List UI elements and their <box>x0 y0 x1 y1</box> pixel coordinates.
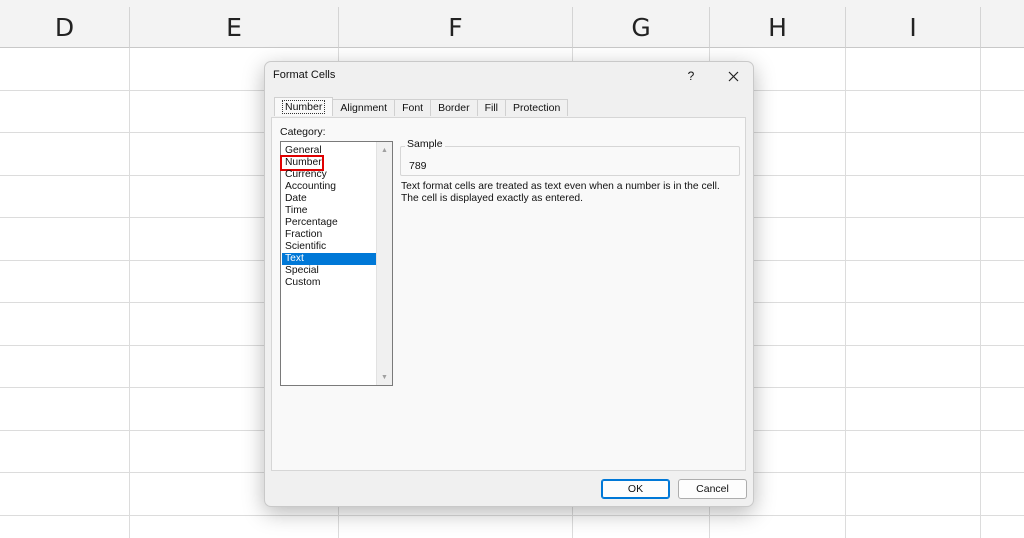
category-item-fraction[interactable]: Fraction <box>282 229 322 241</box>
category-label: Category: <box>280 126 326 138</box>
category-scrollbar[interactable]: ▲ ▼ <box>376 142 392 385</box>
column-header-i[interactable]: I <box>846 7 981 48</box>
tab-protection[interactable]: Protection <box>505 99 569 116</box>
column-header-h[interactable]: H <box>710 7 846 48</box>
column-header-d[interactable]: D <box>0 7 130 48</box>
column-header-strip <box>0 0 1024 7</box>
scroll-down-icon[interactable]: ▼ <box>377 370 392 384</box>
category-item-text[interactable]: Text <box>282 253 376 265</box>
category-item-currency[interactable]: Currency <box>282 169 327 181</box>
category-item-date[interactable]: Date <box>282 193 307 205</box>
category-item-percentage[interactable]: Percentage <box>282 217 338 229</box>
category-item-accounting[interactable]: Accounting <box>282 181 336 193</box>
close-button[interactable] <box>719 65 747 87</box>
number-tab-panel: Category: General Number Currency Accoun… <box>271 117 746 471</box>
category-list[interactable]: General Number Currency Accounting Date … <box>280 141 393 386</box>
description-line-1: Text format cells are treated as text ev… <box>401 181 720 192</box>
close-icon <box>728 71 738 81</box>
tab-number[interactable]: Number <box>274 97 334 116</box>
tab-border[interactable]: Border <box>430 99 478 116</box>
category-item-custom[interactable]: Custom <box>282 277 320 289</box>
ok-button[interactable]: OK <box>601 479 670 499</box>
sample-group: Sample 789 <box>400 138 740 176</box>
tab-fill[interactable]: Fill <box>476 99 507 116</box>
category-item-time[interactable]: Time <box>282 205 308 217</box>
column-header-e[interactable]: E <box>130 7 339 48</box>
description-line-2: The cell is displayed exactly as entered… <box>401 193 584 204</box>
category-item-scientific[interactable]: Scientific <box>282 241 326 253</box>
category-item-number[interactable]: Number <box>280 155 324 171</box>
category-item-special[interactable]: Special <box>282 265 319 277</box>
help-icon: ? <box>687 69 695 83</box>
tab-alignment[interactable]: Alignment <box>332 99 396 116</box>
tab-bar: Number Alignment Font Border Fill Protec… <box>274 97 569 117</box>
dialog-title: Format Cells <box>273 69 336 81</box>
sample-label: Sample <box>405 138 445 150</box>
column-header-next[interactable] <box>981 7 1024 48</box>
help-button[interactable]: ? <box>677 65 705 87</box>
column-header-f[interactable]: F <box>339 7 573 48</box>
sample-value: 789 <box>409 160 427 172</box>
category-item-general[interactable]: General <box>282 145 322 157</box>
scroll-up-icon[interactable]: ▲ <box>377 143 392 157</box>
format-cells-dialog: Format Cells ? Number Alignment Font Bor… <box>264 61 754 507</box>
cancel-button[interactable]: Cancel <box>678 479 747 499</box>
tab-font[interactable]: Font <box>394 99 432 116</box>
column-header-g[interactable]: G <box>573 7 710 48</box>
format-description: Text format cells are treated as text ev… <box>401 181 746 205</box>
